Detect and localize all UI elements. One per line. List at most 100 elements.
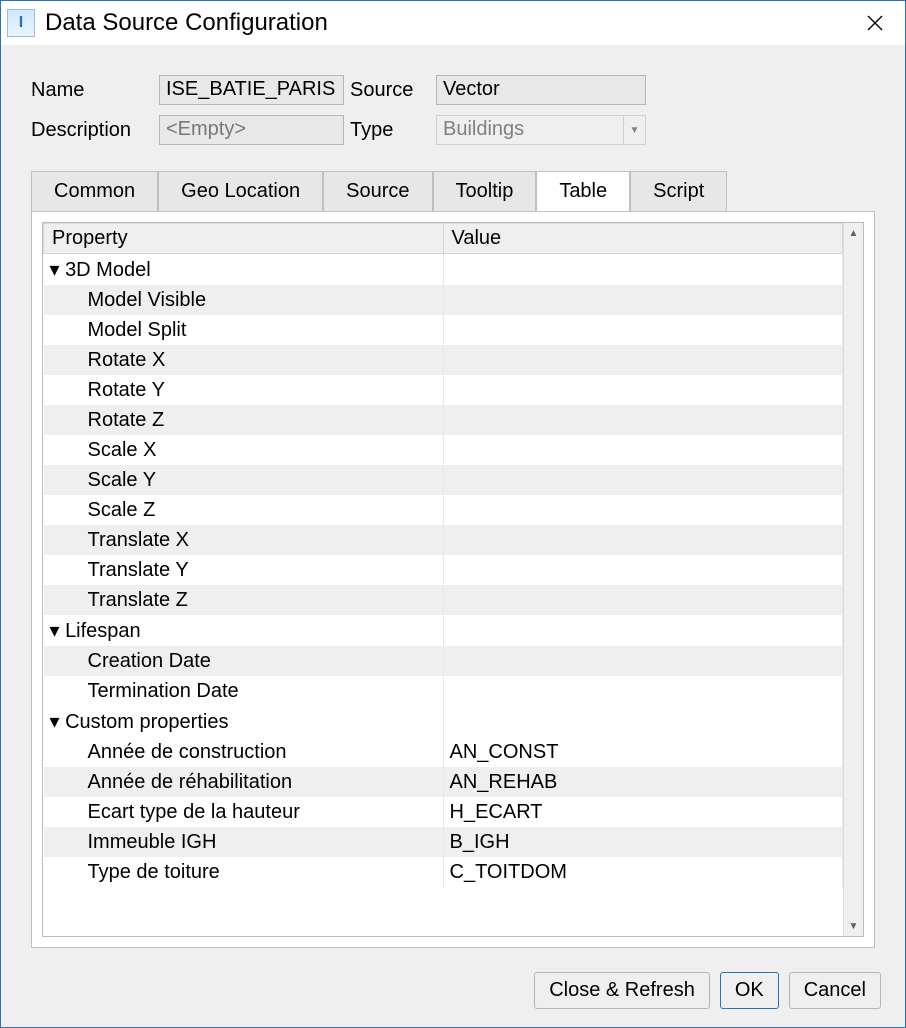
button-bar: Close & Refresh OK Cancel (1, 958, 905, 1027)
table-row[interactable]: Année de réhabilitationAN_REHAB (44, 767, 843, 797)
source-field[interactable]: Vector (436, 75, 646, 105)
value-cell[interactable]: C_TOITDOM (443, 857, 843, 887)
collapse-icon: ▾ (50, 618, 60, 643)
type-select-value: Buildings (436, 115, 624, 145)
source-label: Source (350, 79, 430, 102)
property-table-wrap: Property Value ▾ 3D ModelModel VisibleMo… (42, 222, 864, 937)
property-cell: Translate X (44, 525, 444, 555)
app-icon: I (7, 9, 35, 37)
dialog-window: I Data Source Configuration Name ISE_BAT… (0, 0, 906, 1028)
table-row[interactable]: Model Split (44, 315, 843, 345)
scrollbar-vertical[interactable]: ▲ ▼ (843, 223, 863, 936)
collapse-icon: ▾ (50, 709, 60, 734)
table-row[interactable]: Ecart type de la hauteurH_ECART (44, 797, 843, 827)
property-cell: Année de réhabilitation (44, 767, 444, 797)
tab-table[interactable]: Table (536, 171, 630, 212)
table-row[interactable]: Creation Date (44, 646, 843, 676)
property-cell: Scale Y (44, 465, 444, 495)
property-cell: Ecart type de la hauteur (44, 797, 444, 827)
tab-panel-table: Property Value ▾ 3D ModelModel VisibleMo… (31, 211, 875, 948)
property-table: Property Value ▾ 3D ModelModel VisibleMo… (43, 223, 843, 887)
table-row[interactable]: Scale Y (44, 465, 843, 495)
form-grid: Name ISE_BATIE_PARIS Source Vector Descr… (31, 75, 875, 145)
property-cell: Type de toiture (44, 857, 444, 887)
col-header-property[interactable]: Property (44, 224, 444, 254)
property-cell: Rotate Z (44, 405, 444, 435)
description-label: Description (31, 119, 153, 142)
close-icon[interactable] (851, 5, 899, 41)
value-cell[interactable]: AN_REHAB (443, 767, 843, 797)
value-cell[interactable] (443, 646, 843, 676)
value-cell[interactable] (443, 315, 843, 345)
group-row[interactable]: ▾ 3D Model (44, 254, 843, 286)
property-cell: Translate Y (44, 555, 444, 585)
table-row[interactable]: Scale Z (44, 495, 843, 525)
group-row[interactable]: ▾ Custom properties (44, 706, 843, 737)
table-row[interactable]: Rotate Y (44, 375, 843, 405)
titlebar: I Data Source Configuration (1, 1, 905, 45)
property-cell: Model Visible (44, 285, 444, 315)
type-label: Type (350, 119, 430, 142)
property-cell: Creation Date (44, 646, 444, 676)
scroll-up-icon[interactable]: ▲ (844, 223, 863, 243)
value-cell[interactable] (443, 405, 843, 435)
group-name: 3D Model (65, 259, 151, 281)
property-cell: Immeuble IGH (44, 827, 444, 857)
value-cell[interactable] (443, 285, 843, 315)
tab-script[interactable]: Script (630, 171, 727, 212)
table-row[interactable]: Termination Date (44, 676, 843, 706)
property-cell: Scale Z (44, 495, 444, 525)
table-row[interactable]: Translate X (44, 525, 843, 555)
table-row[interactable]: Immeuble IGHB_IGH (44, 827, 843, 857)
group-row[interactable]: ▾ Lifespan (44, 615, 843, 646)
property-cell: Translate Z (44, 585, 444, 615)
group-name: Lifespan (65, 620, 141, 642)
value-cell[interactable]: AN_CONST (443, 737, 843, 767)
tab-common[interactable]: Common (31, 171, 158, 212)
value-cell[interactable]: B_IGH (443, 827, 843, 857)
value-cell[interactable] (443, 375, 843, 405)
table-row[interactable]: Translate Z (44, 585, 843, 615)
property-cell: Année de construction (44, 737, 444, 767)
tab-geo-location[interactable]: Geo Location (158, 171, 323, 212)
scroll-down-icon[interactable]: ▼ (844, 916, 863, 936)
value-cell[interactable] (443, 345, 843, 375)
tab-tooltip[interactable]: Tooltip (433, 171, 537, 212)
property-cell: Scale X (44, 435, 444, 465)
type-select[interactable]: Buildings ▼ (436, 115, 646, 145)
cancel-button[interactable]: Cancel (789, 972, 881, 1009)
name-field[interactable]: ISE_BATIE_PARIS (159, 75, 344, 105)
close-refresh-button[interactable]: Close & Refresh (534, 972, 710, 1009)
value-cell[interactable] (443, 495, 843, 525)
table-row[interactable]: Rotate Z (44, 405, 843, 435)
value-cell[interactable]: H_ECART (443, 797, 843, 827)
col-header-value[interactable]: Value (443, 224, 843, 254)
chevron-down-icon: ▼ (624, 115, 646, 145)
value-cell[interactable] (443, 525, 843, 555)
table-row[interactable]: Type de toitureC_TOITDOM (44, 857, 843, 887)
property-cell: Model Split (44, 315, 444, 345)
table-row[interactable]: Scale X (44, 435, 843, 465)
value-cell[interactable] (443, 676, 843, 706)
property-cell: Rotate X (44, 345, 444, 375)
ok-button[interactable]: OK (720, 972, 779, 1009)
name-label: Name (31, 79, 153, 102)
value-cell[interactable] (443, 435, 843, 465)
table-row[interactable]: Rotate X (44, 345, 843, 375)
description-field[interactable]: <Empty> (159, 115, 344, 145)
property-cell: Rotate Y (44, 375, 444, 405)
tab-bar: Common Geo Location Source Tooltip Table… (31, 171, 875, 211)
group-name: Custom properties (65, 711, 228, 733)
table-row[interactable]: Model Visible (44, 285, 843, 315)
window-title: Data Source Configuration (45, 9, 851, 37)
dialog-content: Name ISE_BATIE_PARIS Source Vector Descr… (1, 45, 905, 958)
collapse-icon: ▾ (50, 257, 60, 282)
table-row[interactable]: Année de constructionAN_CONST (44, 737, 843, 767)
value-cell[interactable] (443, 585, 843, 615)
property-table-scroll: Property Value ▾ 3D ModelModel VisibleMo… (43, 223, 843, 936)
property-cell: Termination Date (44, 676, 444, 706)
value-cell[interactable] (443, 465, 843, 495)
value-cell[interactable] (443, 555, 843, 585)
table-row[interactable]: Translate Y (44, 555, 843, 585)
tab-source[interactable]: Source (323, 171, 432, 212)
